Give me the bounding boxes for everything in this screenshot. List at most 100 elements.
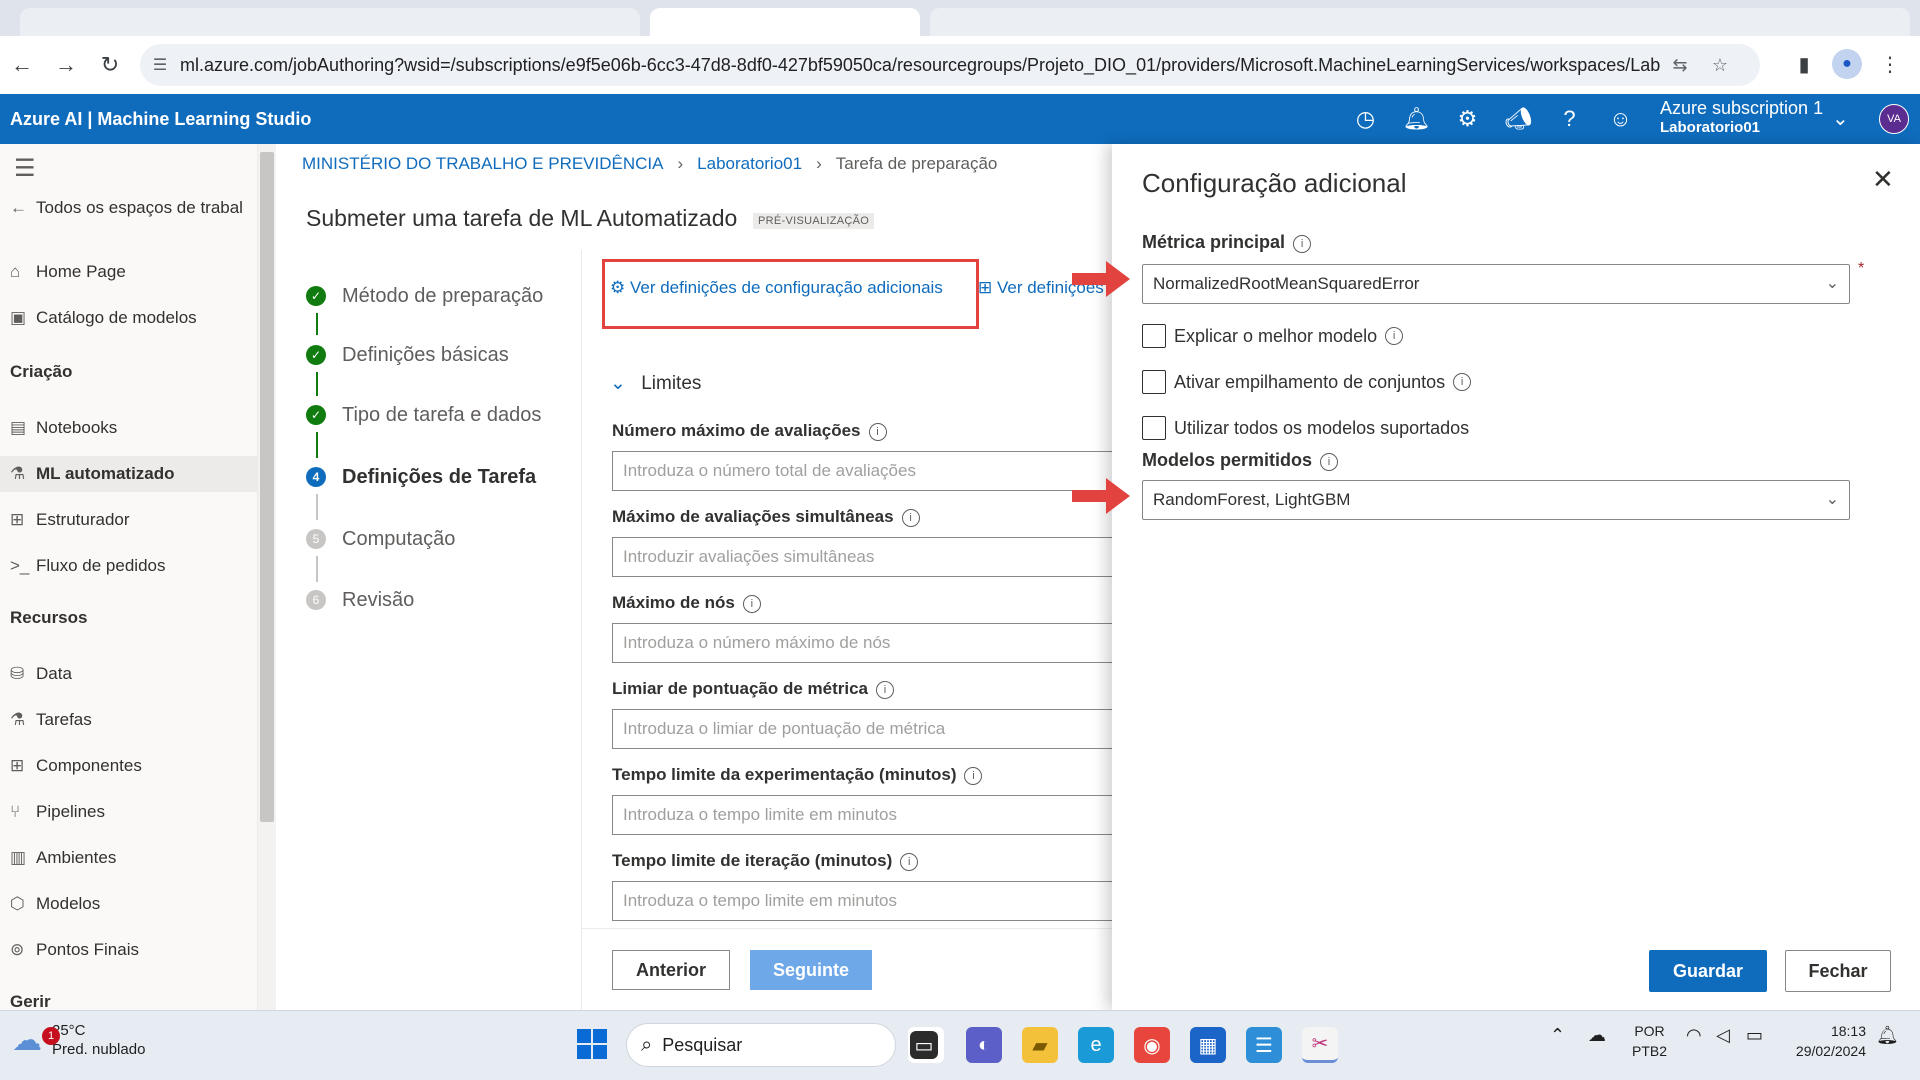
translate-icon[interactable]: ⇆ — [1660, 55, 1700, 76]
sidebar-item-environments[interactable]: ▥ Ambientes — [10, 840, 116, 876]
bookmark-star-icon[interactable]: ☆ — [1700, 55, 1740, 76]
sidebar-item-models[interactable]: ⬡ Modelos — [10, 886, 100, 922]
sidebar-item-endpoints[interactable]: ⊚ Pontos Finais — [10, 932, 139, 968]
speaker-icon[interactable]: ◁ — [1716, 1025, 1730, 1046]
checkbox-box[interactable] — [1142, 370, 1166, 394]
chevron-down-icon[interactable]: ⌄ — [1832, 106, 1849, 131]
info-icon[interactable]: i — [876, 681, 895, 699]
edge-browser-icon[interactable]: e — [1078, 1027, 1114, 1063]
app-brand[interactable]: Azure AI | Machine Learning Studio — [10, 109, 311, 130]
allowed-models-dropdown[interactable]: RandomForest, LightGBM ⌄ — [1142, 480, 1850, 520]
address-bar-url[interactable]: ml.azure.com/jobAuthoring?wsid=/subscrip… — [180, 55, 1660, 76]
wizard-step-task-settings[interactable]: 4 Definições de Tarefa — [306, 462, 536, 492]
notification-bell-icon[interactable]: 🔔︎ — [1391, 106, 1442, 132]
sidebar-item-jobs[interactable]: ⚗ Tarefas — [10, 702, 92, 738]
info-icon[interactable]: i — [901, 509, 920, 527]
iteration-timeout-input[interactable]: Introduza o tempo limite em minutos — [612, 881, 1112, 921]
forward-arrow-icon[interactable]: → — [44, 43, 88, 87]
wizard-step-basic-settings[interactable]: ✓ Definições básicas — [306, 340, 509, 370]
metric-threshold-input[interactable]: Introduza o limiar de pontuação de métri… — [612, 709, 1112, 749]
wifi-icon[interactable]: ◠ — [1686, 1025, 1702, 1046]
info-icon[interactable]: i — [868, 423, 887, 441]
sidebar-item-pipelines[interactable]: ⑂ Pipelines — [10, 794, 105, 830]
info-icon[interactable]: i — [1385, 327, 1404, 345]
ensemble-stacking-checkbox[interactable]: Ativar empilhamento de conjuntos i — [1142, 370, 1472, 394]
profile-avatar-icon[interactable]: ● — [1832, 49, 1862, 79]
wizard-step-review[interactable]: 6 Revisão — [306, 585, 414, 615]
subscription-selector[interactable]: Azure subscription 1 Laboratorio01 — [1660, 98, 1823, 138]
hamburger-menu-icon[interactable]: ☰ — [14, 154, 36, 183]
wizard-step-task-type-data[interactable]: ✓ Tipo de tarefa e dados — [306, 400, 541, 430]
reload-icon[interactable]: ↻ — [88, 43, 132, 87]
experiment-timeout-input[interactable]: Introduza o tempo limite em minutos — [612, 795, 1112, 835]
notification-bell-icon[interactable]: 🔔︎ — [1876, 1025, 1899, 1046]
explain-best-model-checkbox[interactable]: Explicar o melhor modelo i — [1142, 324, 1404, 348]
history-icon[interactable]: ◷ — [1340, 106, 1391, 132]
previous-button[interactable]: Anterior — [612, 950, 730, 990]
feedback-megaphone-icon[interactable]: 📣︎ — [1493, 106, 1544, 132]
settings-gear-icon[interactable]: ⚙ — [1442, 106, 1493, 132]
sidebar-item-notebooks[interactable]: ▤ Notebooks — [10, 410, 117, 446]
sidebar-scrollbar-thumb[interactable] — [260, 152, 274, 822]
chevron-up-icon[interactable]: ⌃ — [1550, 1025, 1565, 1046]
task-view-icon[interactable]: ▭ — [910, 1031, 938, 1059]
chevron-down-icon: ⌄ — [610, 373, 626, 394]
back-arrow-icon[interactable]: ← — [0, 43, 44, 87]
onedrive-cloud-icon[interactable]: ☁ — [1588, 1025, 1606, 1046]
breadcrumb-directory[interactable]: MINISTÉRIO DO TRABALHO E PREVIDÊNCIA — [302, 154, 663, 174]
keyboard-language[interactable]: POR PTB2 — [1632, 1021, 1667, 1061]
max-concurrent-trials-input[interactable]: Introduzir avaliações simultâneas — [612, 537, 1112, 577]
chrome-browser-icon[interactable]: ◉ — [1134, 1027, 1170, 1063]
wizard-step-training-method[interactable]: ✓ Método de preparação — [306, 281, 543, 311]
sidebar-item-components[interactable]: ⊞ Componentes — [10, 748, 142, 784]
help-icon[interactable]: ? — [1544, 106, 1595, 132]
sidebar-item-data[interactable]: ⛁ Data — [10, 656, 72, 692]
sidebar-item-prompt-flow[interactable]: >_ Fluxo de pedidos — [10, 548, 165, 584]
breadcrumb-workspace[interactable]: Laboratorio01 — [697, 154, 802, 174]
teams-chat-icon[interactable]: ◐ — [966, 1027, 1002, 1063]
checkbox-box[interactable] — [1142, 324, 1166, 348]
info-icon[interactable]: i — [964, 767, 983, 785]
sidebar-item-label: Componentes — [36, 756, 142, 775]
checkbox-box[interactable] — [1142, 416, 1166, 440]
browser-tab[interactable] — [20, 8, 640, 36]
info-icon[interactable]: i — [742, 595, 761, 613]
info-icon[interactable]: i — [1320, 453, 1339, 471]
wizard-step-compute[interactable]: 5 Computação — [306, 524, 455, 554]
save-button[interactable]: Guardar — [1649, 950, 1767, 992]
sidebar-item-designer[interactable]: ⊞ Estruturador — [10, 502, 130, 538]
max-trials-input[interactable]: Introduza o número total de avaliações — [612, 451, 1112, 491]
browser-menu-icon[interactable]: ⋮ — [1870, 44, 1910, 84]
weather-widget[interactable]: ☁ 1 25°C Pred. nublado — [12, 1021, 145, 1059]
system-clock[interactable]: 18:13 29/02/2024 — [1786, 1021, 1866, 1061]
file-explorer-icon[interactable]: ▰ — [1022, 1027, 1058, 1063]
next-button[interactable]: Seguinte — [750, 950, 872, 990]
info-icon[interactable]: i — [1453, 373, 1472, 391]
max-nodes-input[interactable]: Introduza o número máximo de nós — [612, 623, 1112, 663]
browser-tab-active[interactable] — [650, 8, 920, 36]
snipping-tool-icon[interactable]: ✂ — [1302, 1027, 1338, 1063]
close-button[interactable]: Fechar — [1785, 950, 1891, 992]
sidebar-item-home[interactable]: ⌂ Home Page — [10, 254, 126, 290]
close-icon[interactable]: ✕ — [1872, 164, 1894, 195]
sidebar-item-label: Tarefas — [36, 710, 92, 729]
info-icon[interactable]: i — [900, 853, 919, 871]
info-icon[interactable]: i — [1293, 235, 1312, 253]
notepad-icon[interactable]: ☰ — [1246, 1027, 1282, 1063]
taskbar-search[interactable]: ⌕ Pesquisar — [626, 1023, 896, 1067]
user-avatar[interactable]: VA — [1879, 104, 1909, 134]
sidebar-item-automated-ml[interactable]: ⚗ ML automatizado — [0, 456, 257, 492]
site-info-icon[interactable]: ☰ — [140, 55, 180, 75]
use-all-models-checkbox[interactable]: Utilizar todos os modelos suportados — [1142, 416, 1469, 440]
all-workspaces-link[interactable]: ← Todos os espaços de trabal — [10, 190, 243, 226]
battery-icon[interactable]: ▭ — [1746, 1025, 1763, 1046]
primary-metric-dropdown[interactable]: NormalizedRootMeanSquaredError ⌄ — [1142, 264, 1850, 304]
limits-section-toggle[interactable]: ⌄ Limites — [610, 372, 701, 395]
sidebar-item-model-catalog[interactable]: ▣ Catálogo de modelos — [10, 300, 197, 336]
smiley-feedback-icon[interactable]: ☺ — [1595, 106, 1646, 132]
address-bar[interactable]: ☰ ml.azure.com/jobAuthoring?wsid=/subscr… — [140, 44, 1760, 86]
side-panel-icon[interactable]: ▮ — [1784, 44, 1824, 84]
browser-tab[interactable] — [930, 8, 1910, 36]
microsoft-store-icon[interactable]: ▦ — [1190, 1027, 1226, 1063]
windows-start-icon[interactable] — [577, 1029, 607, 1059]
